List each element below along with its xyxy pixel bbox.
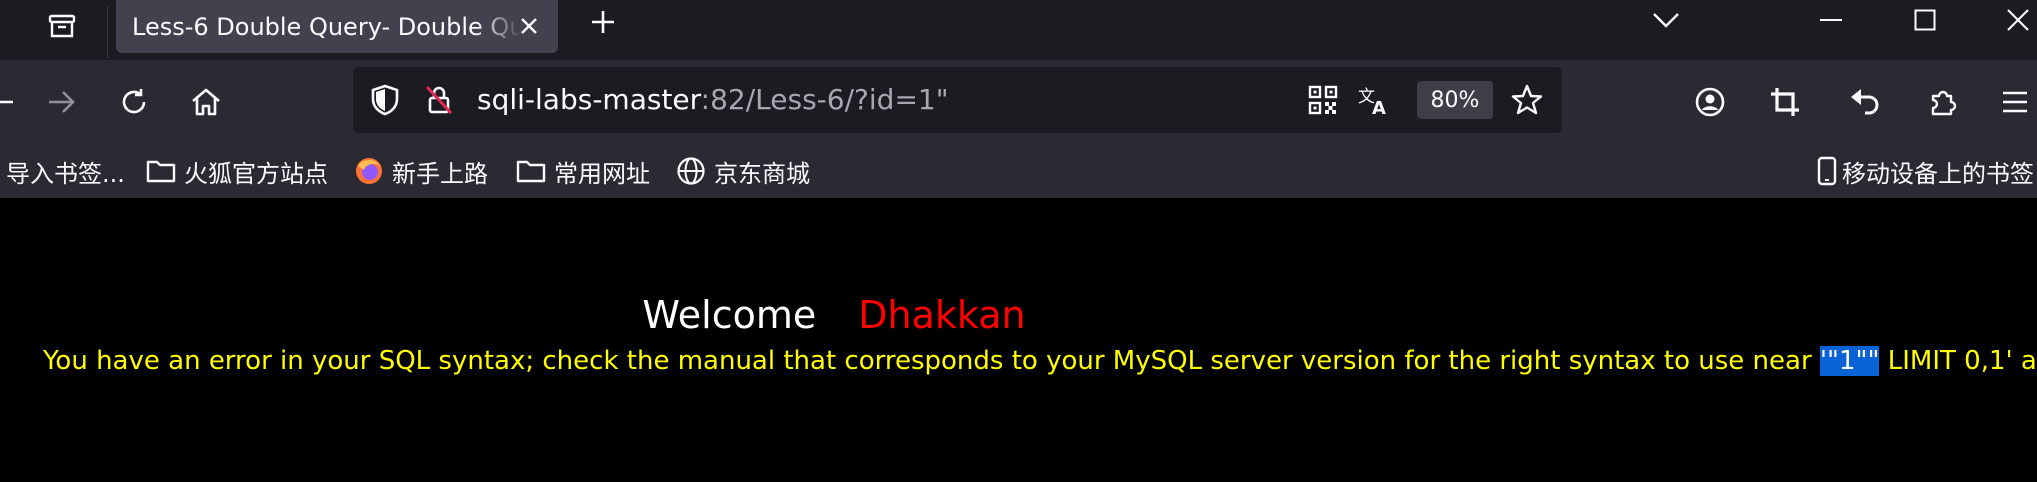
firefox-view-button[interactable] — [40, 6, 84, 46]
account-button[interactable] — [1688, 80, 1732, 124]
qr-code-icon — [1308, 85, 1338, 115]
maximize-icon — [1914, 9, 1936, 31]
bookmark-star-button[interactable] — [1509, 82, 1545, 118]
plus-icon — [592, 11, 614, 33]
tab-active[interactable]: Less-6 Double Query- Double Quotes- Stri… — [116, 0, 558, 53]
forward-arrow-icon — [49, 91, 75, 113]
page-content: Welcome Dhakkan You have an error in your… — [0, 198, 2037, 482]
bookmark-label: 导入书签... — [6, 159, 125, 188]
reload-button[interactable] — [112, 80, 156, 124]
welcome-heading: Welcome Dhakkan — [0, 292, 1668, 338]
url-host: sqli-labs-master — [477, 83, 701, 116]
forward-button[interactable] — [40, 80, 84, 124]
undo-button[interactable] — [1843, 80, 1887, 124]
bookmark-label: 新手上路 — [392, 159, 488, 188]
bookmark-label: 火狐官方站点 — [184, 159, 328, 188]
url-bar[interactable]: sqli-labs-master:82/Less-6/?id=1" 文 A 80… — [353, 67, 1562, 133]
tab-divider — [107, 6, 108, 58]
user-name: Dhakkan — [858, 293, 1026, 337]
url-path: :82/Less-6/?id=1" — [700, 83, 949, 116]
tab-strip: Less-6 Double Query- Double Quotes- Stri… — [0, 0, 2037, 60]
url-text[interactable]: sqli-labs-master:82/Less-6/?id=1" — [477, 83, 949, 117]
firefox-icon — [354, 156, 384, 186]
back-button[interactable] — [0, 80, 22, 124]
account-icon — [1695, 87, 1725, 117]
tab-close-button[interactable] — [516, 13, 542, 39]
minimize-button[interactable] — [1801, 0, 1861, 40]
new-tab-button[interactable] — [583, 2, 623, 42]
menu-button[interactable] — [1993, 80, 2037, 124]
maximize-button[interactable] — [1895, 0, 1955, 40]
zoom-reset-button[interactable]: 80% — [1417, 81, 1493, 119]
insecure-lock-icon — [425, 85, 453, 115]
close-window-icon — [2007, 9, 2029, 31]
minimize-icon — [1820, 19, 1842, 21]
bookmark-folder-common-sites[interactable]: 常用网址 — [516, 144, 650, 198]
bookmark-getting-started[interactable]: 新手上路 — [354, 144, 488, 198]
chevron-down-icon — [1653, 13, 1679, 28]
navigation-toolbar: sqli-labs-master:82/Less-6/?id=1" 文 A 80… — [0, 60, 2037, 144]
screenshot-button[interactable] — [1763, 80, 1807, 124]
star-icon — [1511, 84, 1543, 115]
bookmark-mobile[interactable]: 移动设备上的书签 — [1816, 144, 2034, 198]
folder-icon — [146, 156, 176, 186]
bookmark-import[interactable]: 导入书签... — [6, 144, 125, 198]
bookmark-folder-firefox-official[interactable]: 火狐官方站点 — [146, 144, 328, 198]
firefox-view-icon — [48, 14, 76, 38]
reload-icon — [122, 89, 146, 114]
site-security-button[interactable] — [421, 82, 457, 118]
undo-icon — [1851, 89, 1879, 115]
hamburger-menu-icon — [2003, 91, 2027, 113]
bookmark-jd[interactable]: 京东商城 — [676, 144, 810, 198]
shield-icon — [371, 84, 399, 116]
svg-text:A: A — [1372, 98, 1386, 115]
close-icon — [521, 18, 537, 34]
tracking-protection-button[interactable] — [367, 82, 403, 118]
translate-icon: 文 A — [1358, 87, 1386, 115]
sql-error-message: You have an error in your SQL syntax; ch… — [43, 344, 2037, 378]
crop-icon — [1771, 88, 1799, 116]
bookmark-label: 常用网址 — [554, 159, 650, 188]
tab-title: Less-6 Double Query- Double Quotes- Stri… — [132, 12, 522, 41]
welcome-text: Welcome — [642, 293, 817, 337]
back-arrow-icon — [0, 100, 13, 104]
folder-icon — [516, 156, 546, 186]
error-selected-text: '"1"" — [1819, 346, 1880, 376]
globe-icon — [676, 156, 706, 186]
home-icon — [192, 88, 220, 116]
list-all-tabs-button[interactable] — [1636, 0, 1696, 40]
bookmarks-toolbar: 导入书签... 火狐官方站点 新手上路 常用网址 京东商城 移动设备上的书签 — [0, 144, 2037, 198]
error-text-before: You have an error in your SQL syntax; ch… — [43, 346, 1820, 376]
translate-button[interactable]: 文 A — [1357, 82, 1393, 118]
mobile-icon — [1816, 156, 1838, 186]
extensions-button[interactable] — [1921, 80, 1965, 124]
home-button[interactable] — [184, 80, 228, 124]
error-text-after: LIMIT 0,1' at line 1 — [1887, 346, 2037, 376]
puzzle-piece-icon — [1931, 90, 1957, 116]
close-window-button[interactable] — [1988, 0, 2037, 40]
qr-code-button[interactable] — [1305, 82, 1341, 118]
bookmark-label: 京东商城 — [714, 159, 810, 188]
bookmark-label: 移动设备上的书签 — [1842, 159, 2034, 188]
